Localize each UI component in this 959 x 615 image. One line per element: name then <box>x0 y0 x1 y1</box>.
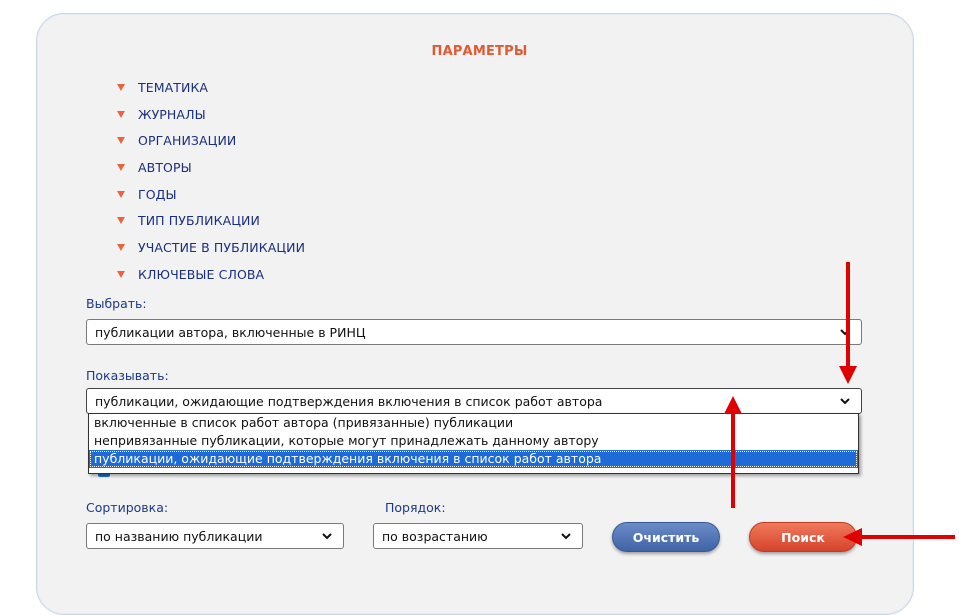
annotation-arrowhead-down <box>839 366 857 384</box>
annotation-arrowhead-left <box>843 528 862 546</box>
annotation-arrowhead-up <box>724 396 742 414</box>
annotation-arrows <box>724 262 955 546</box>
